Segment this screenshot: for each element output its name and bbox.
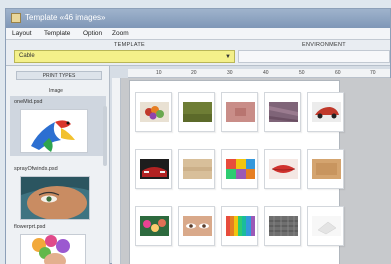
image-cell[interactable] <box>178 92 215 132</box>
colorful-flowers-image <box>140 216 169 236</box>
red-lips-image <box>269 159 298 179</box>
layout-canvas[interactable] <box>121 78 391 264</box>
fruit-bowl-image <box>140 102 169 122</box>
file-name: oneMid.psd <box>14 99 43 105</box>
menu-bar: Layout Template Option Zoom <box>6 28 390 40</box>
image-cell[interactable] <box>221 206 258 246</box>
template-page <box>129 80 344 264</box>
image-cell[interactable] <box>264 149 301 189</box>
face-closeup-image <box>21 177 89 219</box>
horizontal-ruler: 10 20 30 40 50 60 70 <box>128 69 390 78</box>
file-thumbnail[interactable] <box>20 176 90 220</box>
image-cell[interactable] <box>178 149 215 189</box>
ruler-tick: 20 <box>191 70 197 76</box>
menu-zoom[interactable]: Zoom <box>112 30 129 37</box>
file-thumbnail[interactable] <box>20 109 88 153</box>
title-bar: Template «46 images» <box>6 9 390 28</box>
image-cell[interactable] <box>221 149 258 189</box>
environment-field[interactable] <box>238 50 390 63</box>
image-cell[interactable] <box>178 206 215 246</box>
white-paper-image <box>312 216 341 236</box>
image-cell[interactable] <box>307 92 344 132</box>
pink-fabric-image <box>226 102 255 122</box>
gray-texture-image <box>269 216 298 236</box>
purple-texture-image <box>269 102 298 122</box>
template-header: TEMPLATE ENVIRONMENT Cable ▼ <box>6 40 390 66</box>
olive-texture-image <box>183 102 212 122</box>
panel-scrollbar[interactable] <box>103 106 107 166</box>
chevron-down-icon: ▼ <box>225 54 231 60</box>
image-cell[interactable] <box>307 149 344 189</box>
image-cell[interactable] <box>135 92 172 132</box>
eyes-image <box>183 216 212 236</box>
parrot-image <box>31 120 75 152</box>
image-browser-panel: PRINT TYPES Image oneMid.psd sprayOfwind… <box>6 66 110 264</box>
menu-template[interactable]: Template <box>44 30 70 37</box>
image-cell[interactable] <box>221 92 258 132</box>
menu-option[interactable]: Option <box>83 30 102 37</box>
ruler-tick: 30 <box>227 70 233 76</box>
template-select-value: Cable <box>19 53 35 59</box>
window-title: Template «46 images» <box>25 13 106 22</box>
color-blocks-image <box>226 159 255 179</box>
print-types-tab[interactable]: PRINT TYPES <box>16 71 102 80</box>
rainbow-stripes-image <box>226 216 255 236</box>
image-cell[interactable] <box>135 206 172 246</box>
ruler-tick: 40 <box>263 70 269 76</box>
ruler-tick: 10 <box>156 70 162 76</box>
tan-texture-image <box>312 159 341 179</box>
app-icon <box>11 13 21 23</box>
file-name: sprayOfwinds.psd <box>14 166 58 172</box>
red-car-image <box>312 102 341 122</box>
ruler-tick: 70 <box>370 70 376 76</box>
ruler-tick: 50 <box>299 70 305 76</box>
image-cell[interactable] <box>264 92 301 132</box>
file-thumbnail[interactable] <box>20 234 86 264</box>
menu-layout[interactable]: Layout <box>12 30 32 37</box>
template-select[interactable]: Cable ▼ <box>14 50 235 63</box>
environment-column-label: ENVIRONMENT <box>302 42 346 48</box>
image-cell[interactable] <box>307 206 344 246</box>
flowers-portrait-image <box>21 235 85 264</box>
panel-subtitle: Image <box>49 88 63 94</box>
beige-fabric-image <box>183 159 212 179</box>
image-cell[interactable] <box>135 149 172 189</box>
app-window: Template «46 images» Layout Template Opt… <box>5 8 391 264</box>
image-cell[interactable] <box>264 206 301 246</box>
file-name: flowerprt.psd <box>14 224 46 230</box>
template-column-label: TEMPLATE <box>114 42 146 48</box>
vertical-ruler <box>112 78 121 264</box>
ruler-tick: 60 <box>335 70 341 76</box>
red-car-front-image <box>140 159 169 179</box>
